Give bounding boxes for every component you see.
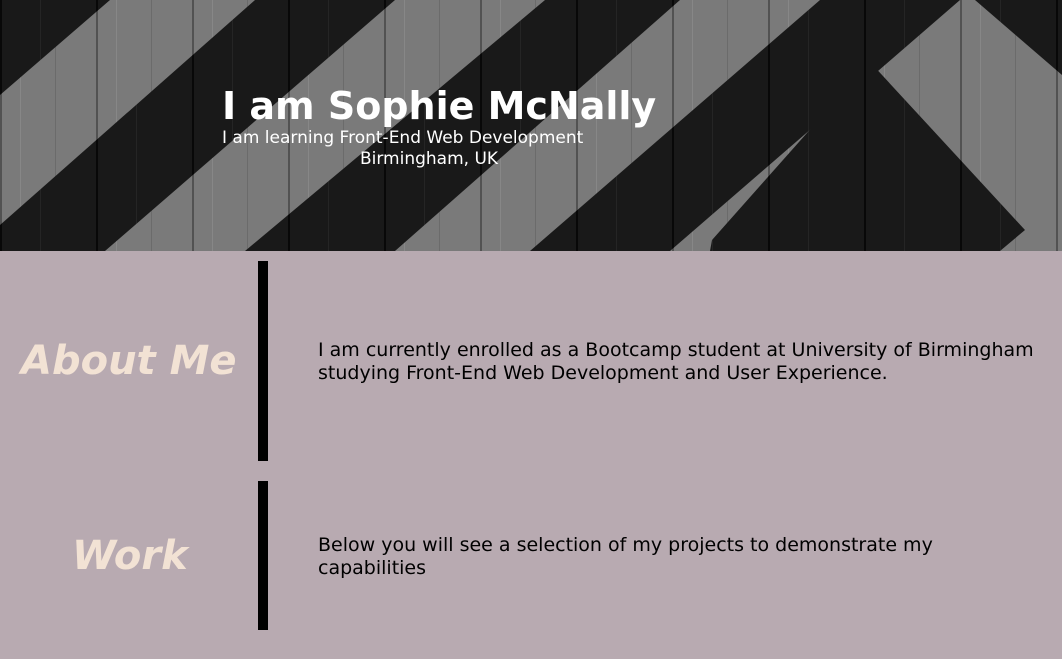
page-title: I am Sophie McNally [222, 84, 657, 128]
hero-banner: I am Sophie McNally I am learning Front-… [0, 0, 1062, 251]
hero-location: Birmingham, UK [359, 149, 499, 169]
main-content: About Me I am currently enrolled as a Bo… [0, 251, 1062, 659]
about-me-heading: About Me [21, 338, 237, 384]
work-text: Below you will see a selection of my pro… [318, 534, 933, 579]
work-divider [258, 481, 268, 630]
about-me-divider [258, 261, 268, 461]
hero-tagline: I am learning Front-End Web Development [222, 128, 584, 148]
hero-text-block: I am Sophie McNally I am learning Front-… [222, 84, 657, 170]
about-me-text: I am currently enrolled as a Bootcamp st… [318, 339, 1034, 384]
work-heading: Work [72, 533, 188, 579]
